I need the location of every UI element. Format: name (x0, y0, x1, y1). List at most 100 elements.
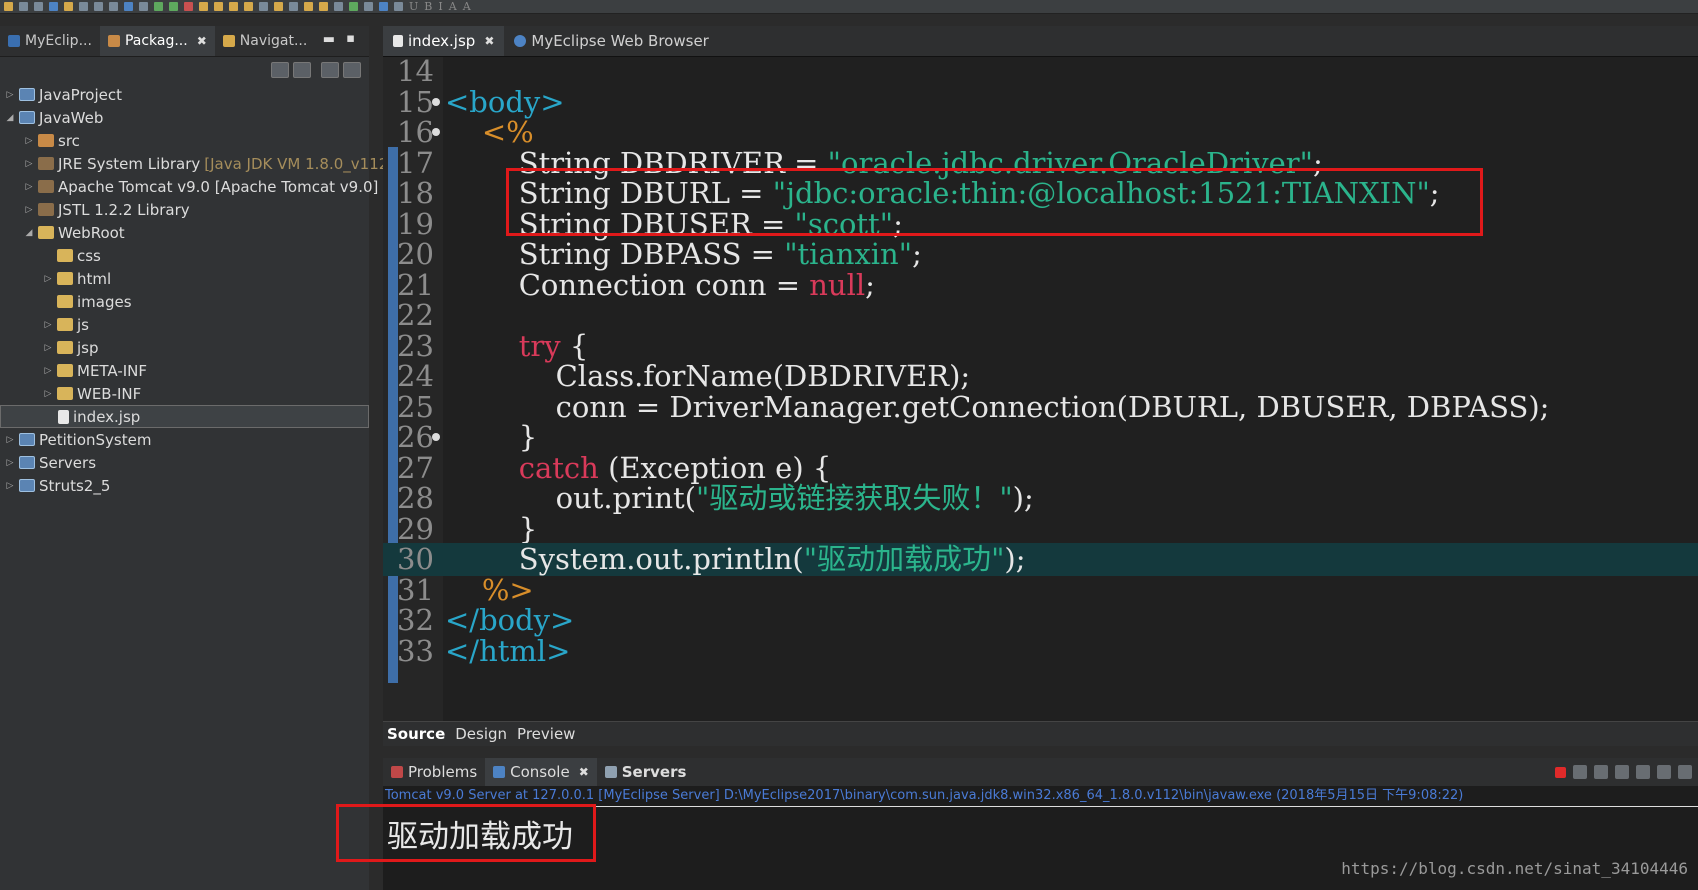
close-icon[interactable]: ✖ (197, 34, 207, 48)
tab-myeclipse[interactable]: MyEclip... (0, 26, 100, 56)
tab-design[interactable]: Design (455, 725, 507, 743)
code-line[interactable]: 22 (383, 299, 1698, 332)
collapsed-arrow-icon[interactable]: ▷ (4, 435, 16, 445)
code-line[interactable]: 24 Class.forName(DBDRIVER); (383, 360, 1698, 393)
format-icon[interactable] (364, 2, 373, 11)
build-icon[interactable] (79, 2, 88, 11)
new-class-icon[interactable] (229, 2, 238, 11)
tab-preview[interactable]: Preview (517, 725, 575, 743)
pin-icon[interactable] (289, 2, 298, 11)
collapsed-arrow-icon[interactable]: ▷ (23, 136, 35, 146)
code-line[interactable]: 23 try { (383, 329, 1698, 363)
tree-item[interactable]: ▷ JavaProject (0, 83, 369, 106)
tab-package-explorer[interactable]: Packag... ✖ (99, 26, 215, 56)
link-with-editor-icon[interactable] (293, 62, 311, 78)
tree-item[interactable]: ▷ Apache Tomcat v9.0 [Apache Tomcat v9.0] (0, 175, 379, 198)
code-line[interactable]: 15 <body> (383, 85, 1698, 119)
new-icon[interactable] (4, 2, 13, 11)
remove-launch-icon[interactable] (1573, 765, 1587, 779)
tree-item[interactable]: ▷ JRE System Library [Java JDK VM 1.8.0_v1… (0, 152, 395, 175)
tab-index-jsp[interactable]: index.jsp ✖ (383, 26, 505, 56)
collapsed-arrow-icon[interactable]: ▷ (42, 389, 54, 399)
collapsed-arrow-icon[interactable]: ▷ (23, 159, 35, 169)
open-folder-icon[interactable] (244, 2, 253, 11)
code-line[interactable]: 16 <% (383, 116, 1698, 149)
chevron-down-icon[interactable] (343, 62, 361, 78)
tab-problems[interactable]: Problems (383, 758, 485, 786)
tab-web-browser[interactable]: MyEclipse Web Browser (504, 26, 718, 56)
tree-item[interactable]: ▷ Servers (0, 451, 369, 474)
save-icon[interactable] (19, 2, 28, 11)
code-line[interactable]: 29 } (383, 512, 1698, 546)
code-line[interactable]: 32 </body> (383, 604, 1698, 637)
code-line[interactable]: 30 System.out.println("驱动加载成功"); (383, 543, 1698, 576)
font-decrease-button[interactable]: A (463, 0, 471, 13)
open-type-icon[interactable] (49, 2, 58, 11)
remove-all-icon[interactable] (1594, 765, 1608, 779)
code-line[interactable]: 20 String DBPASS = "tianxin"; (383, 238, 1698, 271)
tree-item[interactable]: ▷ WEB-INF (0, 382, 369, 405)
display-console-icon[interactable] (1678, 765, 1692, 779)
run-icon[interactable] (169, 2, 178, 11)
scroll-lock-icon[interactable] (1615, 765, 1629, 779)
terminate-icon[interactable] (1555, 767, 1566, 778)
sort-icon[interactable] (394, 2, 403, 11)
tree-item[interactable]: ◢ JavaWeb (0, 106, 369, 129)
code-line[interactable]: 31 %> (383, 573, 1698, 607)
tree-item[interactable]: css (0, 244, 369, 267)
code-line[interactable]: 27 catch (Exception e) { (383, 451, 1698, 485)
expanded-arrow-icon[interactable]: ◢ (23, 228, 35, 238)
link-icon[interactable] (379, 2, 388, 11)
server-icon[interactable] (139, 2, 148, 11)
annotation-icon[interactable] (274, 2, 283, 11)
collapsed-arrow-icon[interactable]: ▷ (42, 366, 54, 376)
back-icon[interactable] (304, 2, 313, 11)
italic-button[interactable]: I (438, 0, 442, 13)
collapsed-arrow-icon[interactable]: ▷ (42, 320, 54, 330)
tab-navigator[interactable]: Navigat... (215, 26, 316, 56)
code-line[interactable]: 14 (383, 57, 1698, 88)
close-icon[interactable]: ✖ (484, 34, 494, 48)
underline-button[interactable]: U (409, 0, 418, 13)
collapsed-arrow-icon[interactable]: ▷ (23, 182, 35, 192)
tree-item[interactable]: images (0, 290, 369, 313)
expanded-arrow-icon[interactable]: ◢ (4, 113, 16, 123)
search-icon[interactable] (259, 2, 268, 11)
tree-item[interactable]: ▷ html (0, 267, 369, 290)
debug-icon[interactable] (154, 2, 163, 11)
close-icon[interactable]: ✖ (579, 765, 589, 779)
tree-item[interactable]: index.jsp (0, 405, 369, 428)
fold-icon[interactable] (432, 97, 440, 106)
next-icon[interactable] (334, 2, 343, 11)
bold-button[interactable]: B (424, 0, 432, 13)
code-line[interactable]: 25 conn = DriverManager.getConnection(DB… (383, 390, 1698, 424)
tree-item[interactable]: ▷ src (0, 129, 369, 152)
tab-source[interactable]: Source (387, 725, 445, 743)
browser-icon[interactable] (124, 2, 133, 11)
code-editor[interactable]: 14 15 <body> 16 <% 17 String DBDRIVER = "ora… (383, 57, 1698, 721)
word-wrap-icon[interactable] (1636, 765, 1650, 779)
pin-console-icon[interactable] (1657, 765, 1671, 779)
tab-servers[interactable]: Servers (597, 758, 695, 786)
collapsed-arrow-icon[interactable]: ▷ (4, 481, 16, 491)
refactor-icon[interactable] (64, 2, 73, 11)
fold-icon[interactable] (432, 433, 440, 441)
tree-item[interactable]: ▷ jsp (0, 336, 369, 359)
code-line[interactable]: 21 Connection conn = null; (383, 268, 1698, 302)
code-line[interactable]: 26 } (383, 421, 1698, 454)
tree-item[interactable]: ▷ PetitionSystem (0, 428, 369, 451)
table-icon[interactable] (349, 2, 358, 11)
tree-item[interactable]: ▷ Struts2_5 (0, 474, 369, 497)
font-increase-button[interactable]: A (449, 0, 457, 13)
tree-item[interactable]: ▷ JSTL 1.2.2 Library (0, 198, 369, 221)
code-line[interactable]: 33 </html> (383, 634, 1698, 668)
tree-item[interactable]: ▷ META-INF (0, 359, 369, 382)
new-java-project-icon[interactable] (199, 2, 208, 11)
external-tools-icon[interactable] (184, 2, 193, 11)
deploy-icon[interactable] (94, 2, 103, 11)
view-menu-icon[interactable] (321, 62, 339, 78)
collapsed-arrow-icon[interactable]: ▷ (42, 343, 54, 353)
tab-console[interactable]: Console ✖ (485, 758, 597, 786)
collapsed-arrow-icon[interactable]: ▷ (23, 205, 35, 215)
tree-item[interactable]: ▷ js (0, 313, 369, 336)
